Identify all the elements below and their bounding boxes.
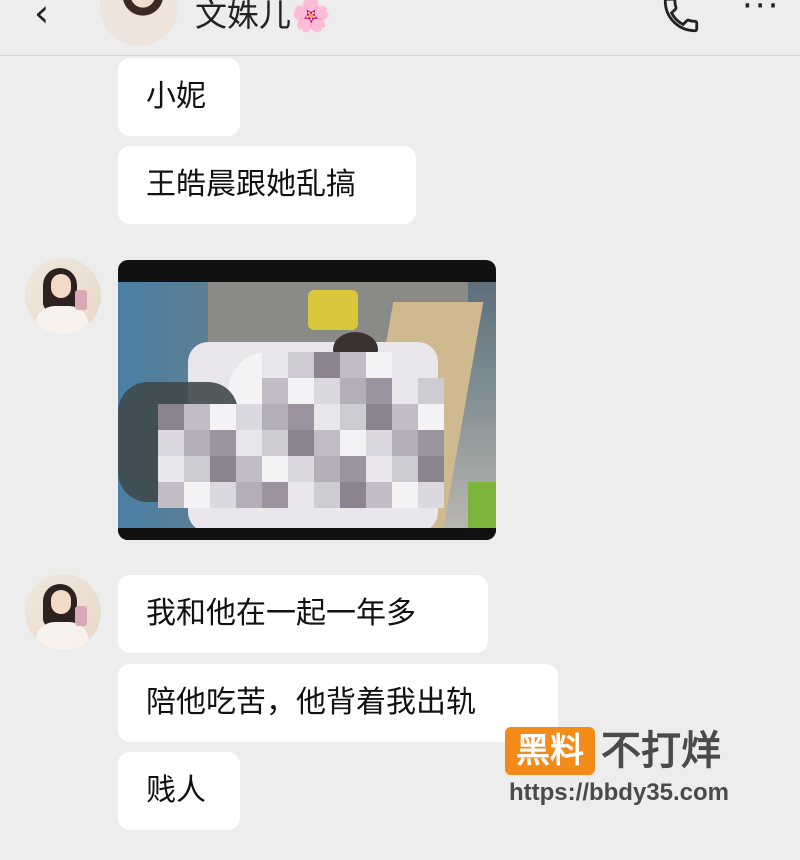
message-text: 王皓晨跟她乱搞 — [146, 167, 356, 202]
more-options-icon[interactable]: ··· — [742, 0, 780, 26]
message-text: 我和他在一起一年多 — [146, 596, 416, 631]
watermark-badge: 黑料 — [505, 727, 595, 775]
censor-mosaic — [158, 352, 444, 508]
phone-call-icon[interactable] — [660, 0, 702, 36]
chat-header: ‹ 文姝儿🌸 ··· — [0, 0, 800, 56]
message-text: 陪他吃苦，他背着我出轨 — [146, 685, 476, 720]
sender-avatar[interactable] — [25, 258, 101, 334]
back-arrow-icon[interactable]: ‹ — [34, 0, 49, 32]
video-message[interactable] — [118, 260, 496, 540]
message-bubble[interactable]: 我和他在一起一年多 — [118, 575, 488, 653]
site-watermark: 黑料 不打烊 https://bbdy35.com — [505, 727, 795, 837]
message-bubble[interactable]: 陪他吃苦，他背着我出轨 — [118, 664, 558, 742]
watermark-url: https://bbdy35.com — [509, 779, 730, 806]
message-bubble[interactable]: 贱人 — [118, 752, 240, 830]
message-bubble[interactable]: 小妮 — [118, 58, 240, 136]
message-bubble[interactable]: 王皓晨跟她乱搞 — [118, 146, 416, 224]
video-thumbnail — [118, 282, 496, 530]
sender-avatar[interactable] — [25, 574, 101, 650]
message-text: 贱人 — [146, 773, 206, 808]
contact-avatar[interactable] — [100, 0, 178, 46]
message-text: 小妮 — [146, 79, 206, 114]
watermark-name: 不打烊 — [601, 728, 721, 774]
contact-name: 文姝儿🌸 — [195, 0, 331, 34]
